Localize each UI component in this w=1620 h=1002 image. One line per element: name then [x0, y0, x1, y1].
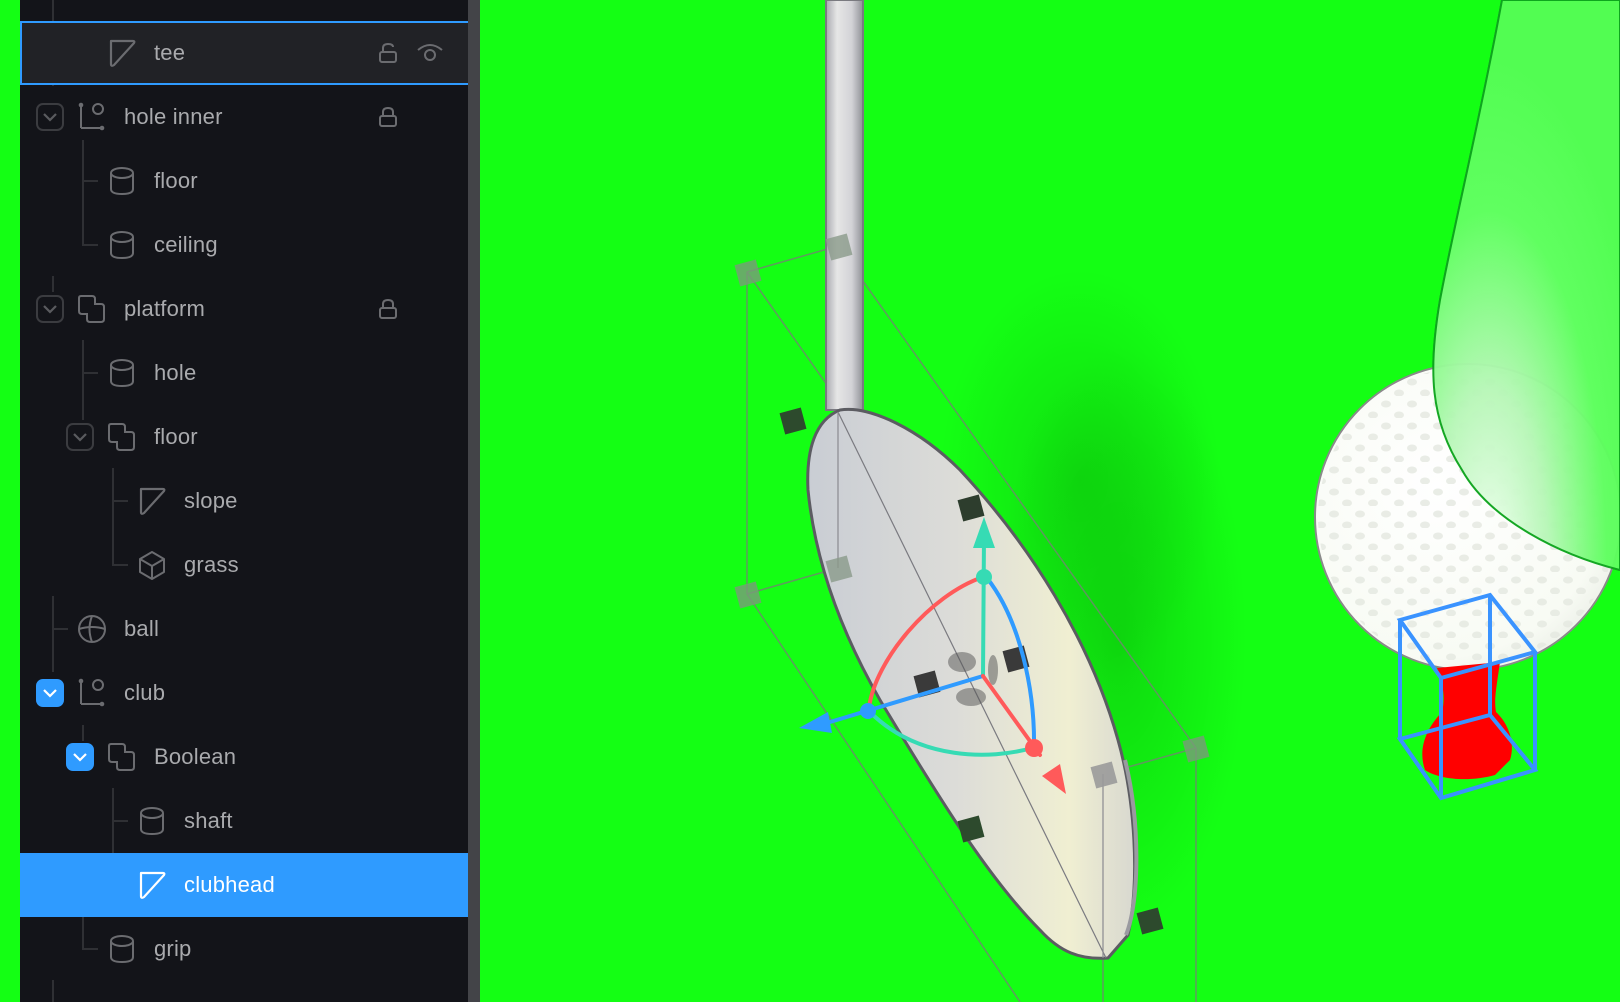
lock-icon[interactable]	[376, 105, 400, 129]
scale-handle	[779, 407, 807, 435]
outliner-row-label: floor	[154, 168, 198, 193]
outliner-row-grip[interactable]: grip	[20, 917, 468, 981]
scale-handle	[1136, 907, 1164, 935]
expand-toggle[interactable]	[36, 103, 64, 131]
cylinder-icon	[136, 805, 168, 837]
expand-toggle[interactable]	[36, 295, 64, 323]
cylinder-icon	[106, 357, 138, 389]
outliner-row-hole-inner[interactable]: hole inner	[20, 85, 468, 149]
unlock-icon[interactable]	[376, 41, 400, 65]
chevron-down-icon	[43, 113, 57, 122]
outliner-row-tee[interactable]: tee	[20, 21, 480, 85]
sphere-icon	[76, 613, 108, 645]
expand-toggle[interactable]	[66, 743, 94, 771]
outliner-row-label: platform	[124, 296, 206, 321]
outliner-row-floor[interactable]: floor	[20, 405, 468, 469]
plane-icon	[136, 869, 168, 901]
outliner-row-label: clubhead	[184, 872, 275, 897]
chevron-down-icon	[73, 753, 87, 762]
chevron-down-icon	[43, 689, 57, 698]
outliner-row-ceiling[interactable]: ceiling	[20, 213, 468, 277]
clubhead	[806, 407, 1139, 960]
outliner-row-label: grass	[184, 552, 239, 577]
outliner-row-label: grip	[154, 936, 192, 961]
outliner-row-label: ceiling	[154, 232, 218, 257]
boolean-icon	[106, 741, 138, 773]
cube-icon	[136, 549, 168, 581]
outliner-row-ball[interactable]: ball	[20, 597, 468, 661]
outliner-row-platform[interactable]: platform	[20, 277, 468, 341]
outliner-row-floor[interactable]: floor	[20, 149, 468, 213]
plane-icon	[136, 485, 168, 517]
outliner-row-label: slope	[184, 488, 238, 513]
outliner-row-label: ball	[124, 616, 160, 641]
scale-handle	[734, 581, 762, 609]
outliner-row-clubhead[interactable]: clubhead	[20, 853, 480, 917]
outliner-row-label: shaft	[184, 808, 233, 833]
cylinder-icon	[106, 165, 138, 197]
outliner-row-grass[interactable]: grass	[20, 533, 468, 597]
outliner-row-label: tee	[154, 40, 186, 65]
boolean-icon	[106, 421, 138, 453]
outliner-scrollbar[interactable]	[468, 0, 480, 1002]
outliner-row-slope[interactable]: slope	[20, 469, 468, 533]
outliner-row-label: floor	[154, 424, 198, 449]
outliner-row-label: club	[124, 680, 166, 705]
chevron-down-icon	[43, 305, 57, 314]
outliner-row-label: hole inner	[124, 104, 223, 129]
cylinder-icon	[106, 229, 138, 261]
outliner-row-club[interactable]: club	[20, 661, 468, 725]
outliner-row-label: Boolean	[154, 744, 237, 769]
tree-guide-line	[52, 980, 54, 1002]
scale-handle	[1182, 735, 1210, 763]
cylinder-icon	[106, 933, 138, 965]
club-shaft	[825, 0, 864, 411]
boolean-icon	[76, 293, 108, 325]
outliner-panel: tee hole inner floor ceiling platform hole flo…	[20, 0, 480, 1002]
outliner-row-label: hole	[154, 360, 197, 385]
group-icon	[76, 101, 108, 133]
lock-icon[interactable]	[376, 297, 400, 321]
expand-toggle[interactable]	[66, 423, 94, 451]
axis-z-arrow	[799, 712, 832, 733]
chevron-down-icon	[73, 433, 87, 442]
visibility-eye-icon[interactable]	[416, 41, 444, 65]
group-icon	[76, 677, 108, 709]
outliner-row-shaft[interactable]: shaft	[20, 789, 468, 853]
expand-toggle[interactable]	[36, 679, 64, 707]
plane-icon	[106, 37, 138, 69]
outliner-row-hole[interactable]: hole	[20, 341, 468, 405]
scale-handle	[734, 259, 762, 287]
axis-y	[981, 533, 986, 678]
outliner-row-boolean[interactable]: Boolean	[20, 725, 468, 789]
